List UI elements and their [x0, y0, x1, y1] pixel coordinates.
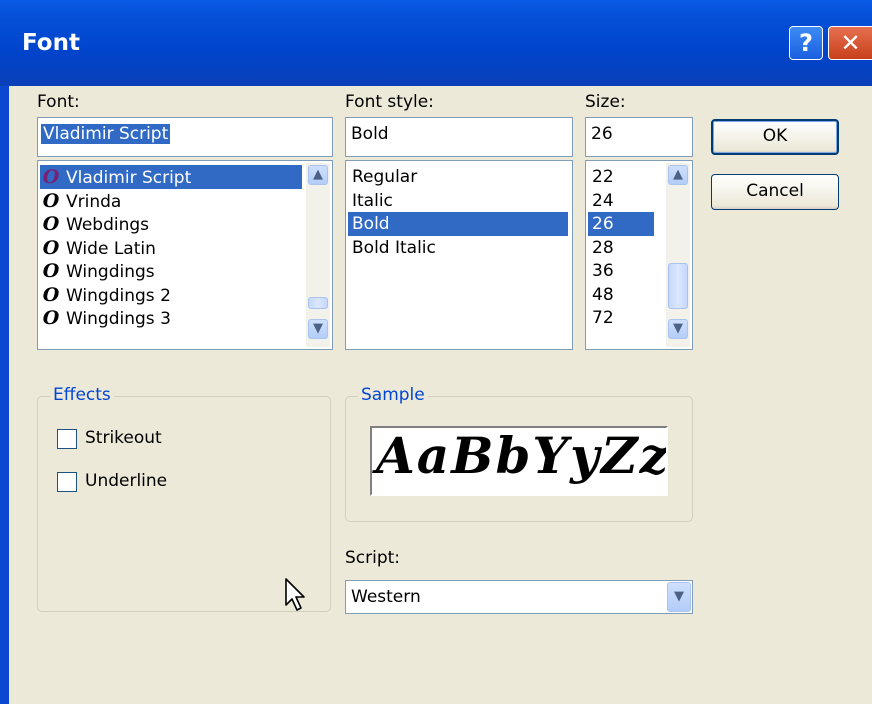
- script-dropdown-button[interactable]: ▼: [667, 582, 691, 612]
- strikeout-checkbox[interactable]: [57, 429, 77, 449]
- font-list-item[interactable]: O Wide Latin: [40, 236, 302, 260]
- ok-button[interactable]: OK: [711, 119, 839, 155]
- style-item-label: Bold Italic: [352, 237, 436, 258]
- size-list-scrollbar[interactable]: ▲ ▼: [666, 163, 690, 347]
- font-item-label: Wingdings 3: [66, 309, 171, 329]
- size-list-item[interactable]: 72: [588, 306, 654, 330]
- truetype-font-icon: O: [42, 236, 60, 259]
- chevron-down-icon: ▼: [674, 589, 684, 604]
- close-button[interactable]: ✕: [828, 26, 872, 60]
- font-item-label: Vladimir Script: [66, 168, 192, 188]
- size-item-label: 26: [592, 214, 614, 234]
- effects-label: Effects: [50, 385, 114, 405]
- font-list[interactable]: O Vladimir Script O Vrinda O Webdings O Wide La…: [37, 160, 333, 350]
- help-icon: ?: [799, 29, 813, 57]
- font-style-label: Font style:: [345, 92, 434, 112]
- style-list-item[interactable]: Bold Italic: [348, 236, 568, 260]
- script-label: Script:: [345, 548, 401, 568]
- size-list-item[interactable]: 36: [588, 259, 654, 283]
- style-list-item[interactable]: Bold: [348, 212, 568, 236]
- size-list[interactable]: 22 24 26 28 36 48 72 ▲ ▼: [585, 160, 693, 350]
- font-list-item[interactable]: O Wingdings 2: [40, 283, 302, 307]
- sample-text: AaBbYyZz: [376, 426, 668, 485]
- size-list-item[interactable]: 48: [588, 283, 654, 307]
- size-item-label: 22: [592, 167, 614, 187]
- size-list-item[interactable]: 26: [588, 212, 654, 236]
- font-style-input[interactable]: Bold: [345, 117, 573, 157]
- cancel-button[interactable]: Cancel: [711, 174, 839, 210]
- sample-label: Sample: [358, 385, 428, 405]
- window-frame-left: [0, 86, 9, 704]
- chevron-down-icon: ▼: [313, 321, 323, 336]
- size-item-label: 48: [592, 284, 614, 305]
- style-item-label: Bold: [352, 214, 390, 234]
- style-list-item[interactable]: Regular: [348, 165, 568, 189]
- style-list-item[interactable]: Italic: [348, 189, 568, 213]
- chevron-down-icon: ▼: [673, 321, 683, 336]
- sample-preview: AaBbYyZz: [370, 426, 668, 496]
- style-item-label: Italic: [352, 190, 393, 211]
- style-item-label: Regular: [352, 167, 418, 187]
- font-style-value: Bold: [351, 124, 389, 144]
- font-label: Font:: [37, 92, 80, 112]
- scroll-down-button[interactable]: ▼: [308, 319, 328, 339]
- size-list-item[interactable]: 28: [588, 236, 654, 260]
- font-item-label: Webdings: [66, 215, 149, 235]
- size-label: Size:: [585, 92, 626, 112]
- size-value: 26: [591, 124, 613, 144]
- size-list-item[interactable]: 24: [588, 189, 654, 213]
- script-select[interactable]: Western ▼: [345, 580, 693, 614]
- strikeout-label[interactable]: Strikeout: [85, 428, 162, 448]
- help-button[interactable]: ?: [789, 26, 823, 60]
- underline-label[interactable]: Underline: [85, 471, 167, 491]
- size-input[interactable]: 26: [585, 117, 693, 157]
- font-style-list[interactable]: Regular Italic Bold Bold Italic: [345, 160, 573, 350]
- title-bar: Font ? ✕: [0, 0, 872, 86]
- font-item-label: Wingdings: [66, 262, 155, 282]
- truetype-font-icon: O: [42, 260, 60, 282]
- truetype-font-icon: O: [42, 283, 60, 306]
- size-list-item[interactable]: 22: [588, 165, 654, 189]
- font-list-item[interactable]: O Vladimir Script: [40, 165, 302, 189]
- chevron-up-icon: ▲: [673, 167, 683, 182]
- scroll-down-button[interactable]: ▼: [668, 319, 688, 339]
- window-title: Font: [22, 30, 80, 56]
- scroll-up-button[interactable]: ▲: [668, 165, 688, 185]
- size-item-label: 28: [592, 237, 614, 258]
- font-name-value: Vladimir Script: [41, 124, 171, 144]
- scroll-thumb[interactable]: [668, 263, 688, 309]
- font-list-scrollbar[interactable]: ▲ ▼: [306, 163, 330, 347]
- font-item-label: Wingdings 2: [66, 285, 171, 306]
- scroll-thumb[interactable]: [308, 297, 328, 309]
- font-list-item[interactable]: O Webdings: [40, 212, 302, 236]
- script-value: Western: [351, 587, 421, 607]
- font-name-input[interactable]: Vladimir Script: [37, 117, 333, 157]
- font-list-item[interactable]: O Wingdings 3: [40, 306, 302, 330]
- font-item-label: Wide Latin: [66, 238, 156, 259]
- font-item-label: Vrinda: [66, 191, 122, 212]
- truetype-font-icon: O: [42, 307, 60, 329]
- underline-checkbox[interactable]: [57, 472, 77, 492]
- chevron-up-icon: ▲: [313, 167, 323, 182]
- truetype-font-icon: O: [42, 189, 60, 212]
- size-item-label: 36: [592, 261, 614, 281]
- mouse-pointer-icon: [285, 578, 305, 611]
- scroll-up-button[interactable]: ▲: [308, 165, 328, 185]
- size-item-label: 24: [592, 190, 614, 211]
- truetype-font-icon: O: [42, 213, 60, 235]
- truetype-font-icon: O: [42, 166, 60, 188]
- font-list-item[interactable]: O Vrinda: [40, 189, 302, 213]
- close-icon: ✕: [840, 29, 861, 57]
- font-list-item[interactable]: O Wingdings: [40, 259, 302, 283]
- size-item-label: 72: [592, 308, 614, 328]
